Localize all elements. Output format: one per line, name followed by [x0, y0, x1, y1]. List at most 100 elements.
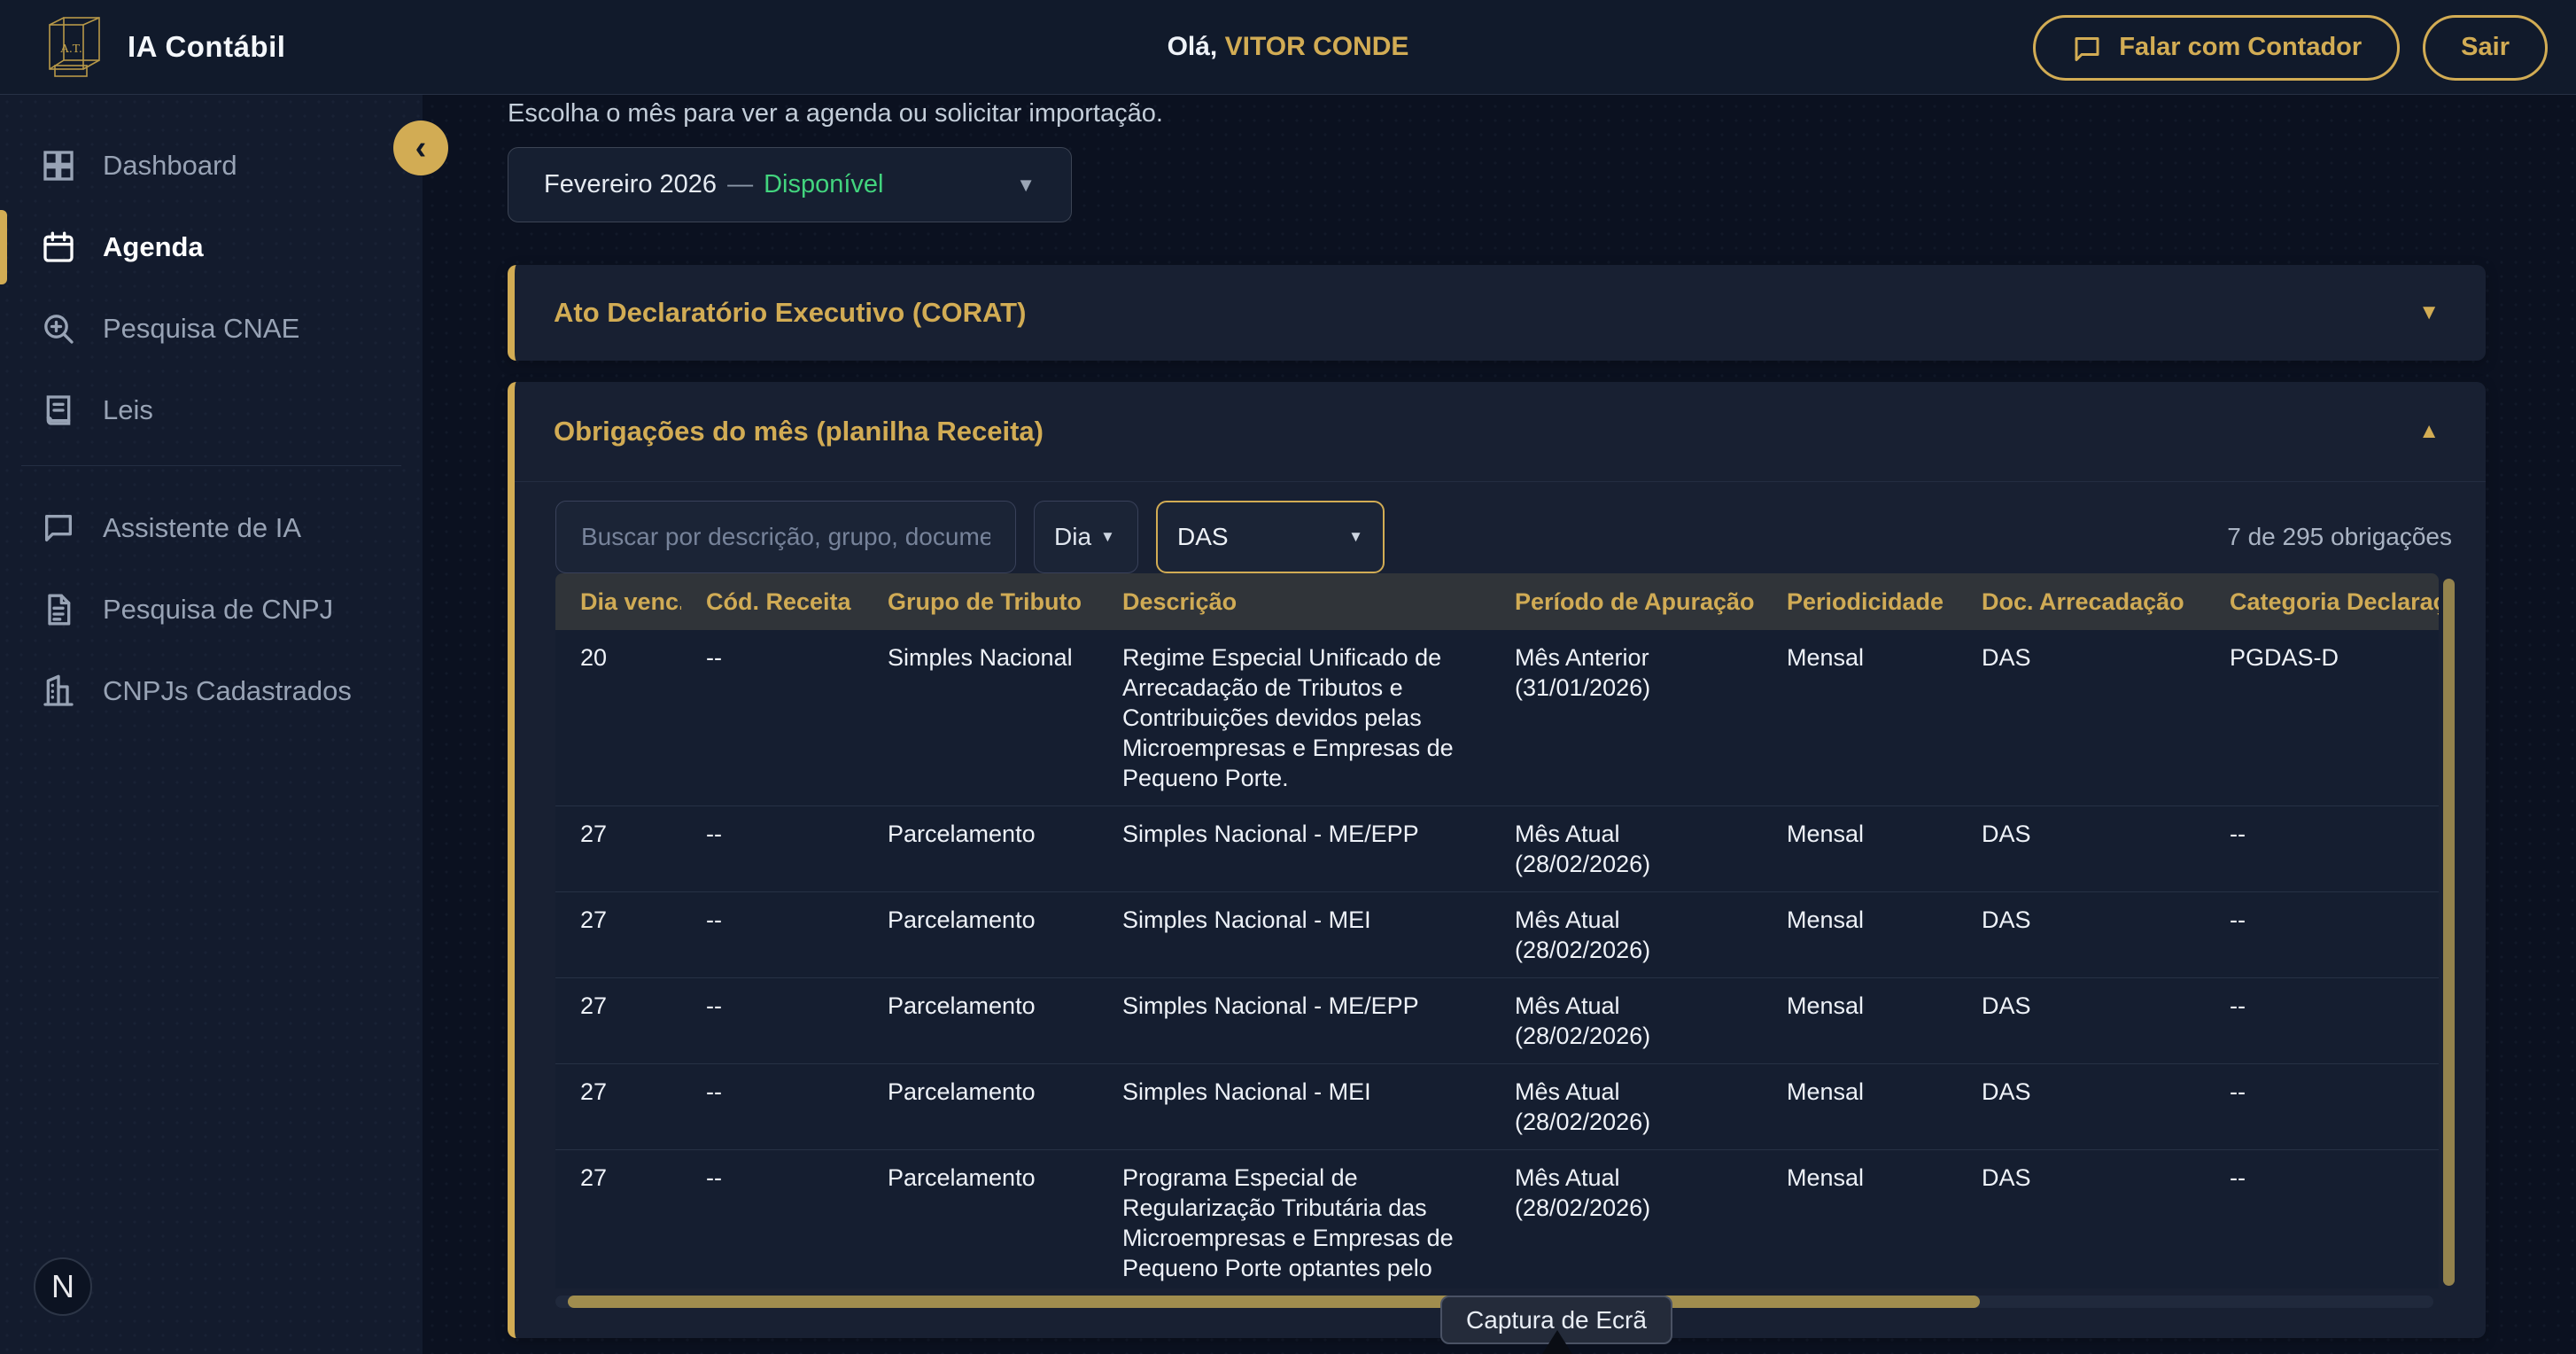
cell-periodo-apuracao: Mês Atual (28/02/2026) [1490, 978, 1762, 1063]
day-filter-dropdown[interactable]: Dia ▼ [1034, 501, 1138, 573]
table-row[interactable]: 27 -- Parcelamento Programa Especial de … [555, 1149, 2439, 1288]
sidebar-item-pesquisa-cnpj[interactable]: Pesquisa de CNPJ [0, 569, 423, 650]
calendar-icon [41, 230, 76, 265]
cell-grupo-tributo: Parcelamento [863, 806, 1098, 891]
cell-cod-receita: -- [681, 892, 863, 977]
app-logo-cube-icon: A.T. [43, 12, 108, 82]
sidebar-item-label: Assistente de IA [103, 512, 301, 544]
talk-to-accountant-button[interactable]: Falar com Contador [2033, 15, 2400, 81]
cell-dia-venc: 27 [555, 1150, 681, 1288]
cell-descricao: Simples Nacional - ME/EPP [1098, 806, 1490, 891]
sidebar-item-label: Agenda [103, 231, 204, 263]
cell-periodo-apuracao: Mês Atual (28/02/2026) [1490, 892, 1762, 977]
table-row[interactable]: 27 -- Parcelamento Simples Nacional - ME… [555, 1063, 2439, 1149]
table-row[interactable]: 20 -- Simples Nacional Regime Especial U… [555, 630, 2439, 805]
cell-grupo-tributo: Parcelamento [863, 1150, 1098, 1288]
cell-periodicidade: Mensal [1762, 978, 1957, 1063]
month-select-dropdown[interactable]: Fevereiro 2026 — Disponível ▼ [508, 147, 1072, 222]
obligations-title: Obrigações do mês (planilha Receita) [515, 416, 1044, 447]
obligations-table: Dia venc.Cód. ReceitaGrupo de TributoDes… [555, 573, 2439, 1288]
obligations-panel: Obrigações do mês (planilha Receita) ▲ D… [508, 382, 2486, 1338]
month-select-value: Fevereiro 2026 [544, 170, 717, 199]
framework-badge[interactable]: N [34, 1257, 92, 1316]
app-header: A.T. IA Contábil Olá, VITOR CONDE Falar … [0, 0, 2576, 95]
cell-descricao: Programa Especial de Regularização Tribu… [1098, 1150, 1490, 1288]
chevron-left-icon: ‹ [415, 131, 427, 165]
sidebar-item-dashboard[interactable]: Dashboard [0, 125, 423, 206]
table-column-header: Descrição [1098, 573, 1490, 630]
cell-periodo-apuracao: Mês Atual (28/02/2026) [1490, 806, 1762, 891]
cell-grupo-tributo: Parcelamento [863, 1064, 1098, 1149]
table-column-header: Categoria Declaração [2205, 573, 2439, 630]
mouse-cursor-icon [1542, 1330, 1572, 1354]
cell-descricao: Simples Nacional - ME/EPP [1098, 978, 1490, 1063]
sidebar-item-cnpjs-cadastrados[interactable]: CNPJs Cadastrados [0, 650, 423, 732]
sidebar-item-assistente-ia[interactable]: Assistente de IA [0, 487, 423, 569]
cell-dia-venc: 27 [555, 1064, 681, 1149]
document-icon [41, 592, 76, 627]
cell-doc-arrecadacao: DAS [1957, 630, 2205, 805]
sidebar-collapse-button[interactable]: ‹ [393, 121, 448, 175]
table-horizontal-scrollbar[interactable] [568, 1296, 1980, 1308]
cell-periodicidade: Mensal [1762, 892, 1957, 977]
talk-to-accountant-label: Falar com Contador [2119, 33, 2362, 62]
cell-grupo-tributo: Parcelamento [863, 892, 1098, 977]
table-row[interactable]: 27 -- Parcelamento Simples Nacional - ME… [555, 977, 2439, 1063]
cell-periodo-apuracao: Mês Anterior (31/01/2026) [1490, 630, 1762, 805]
sidebar-item-label: Pesquisa de CNPJ [103, 594, 333, 626]
table-column-header: Dia venc. [555, 573, 681, 630]
sidebar-item-label: CNPJs Cadastrados [103, 675, 352, 707]
cell-descricao: Simples Nacional - MEI [1098, 1064, 1490, 1149]
cell-categoria-declaracao: -- [2205, 1064, 2439, 1149]
chevron-up-icon: ▲ [2418, 419, 2486, 444]
table-row[interactable]: 27 -- Parcelamento Simples Nacional - ME… [555, 891, 2439, 977]
search-input[interactable] [555, 501, 1016, 573]
logout-button[interactable]: Sair [2423, 15, 2548, 81]
building-icon [41, 673, 76, 709]
sidebar-item-agenda[interactable]: Agenda [0, 206, 423, 288]
table-column-header: Período de Apuração [1490, 573, 1762, 630]
greeting-username: VITOR CONDE [1225, 32, 1409, 61]
cell-categoria-declaracao: -- [2205, 806, 2439, 891]
cell-categoria-declaracao: -- [2205, 892, 2439, 977]
table-column-header: Cód. Receita [681, 573, 863, 630]
month-select-status: Disponível [764, 170, 883, 199]
corat-accordion-header[interactable]: Ato Declaratório Executivo (CORAT) ▼ [508, 265, 2486, 361]
cell-descricao: Regime Especial Unificado de Arrecadação… [1098, 630, 1490, 805]
month-instruction-text: Escolha o mês para ver a agenda ou solic… [508, 99, 1163, 128]
cell-dia-venc: 27 [555, 978, 681, 1063]
cell-doc-arrecadacao: DAS [1957, 978, 2205, 1063]
cell-cod-receita: -- [681, 1064, 863, 1149]
table-row[interactable]: 27 -- Parcelamento Simples Nacional - ME… [555, 805, 2439, 891]
table-header-row: Dia venc.Cód. ReceitaGrupo de TributoDes… [555, 573, 2439, 630]
obligations-accordion-header[interactable]: Obrigações do mês (planilha Receita) ▲ [515, 382, 2486, 481]
sidebar-item-label: Leis [103, 394, 153, 426]
table-column-header: Doc. Arrecadação [1957, 573, 2205, 630]
sidebar-item-pesquisa-cnae[interactable]: Pesquisa CNAE [0, 288, 423, 370]
brand: A.T. IA Contábil [0, 12, 285, 82]
cell-periodicidade: Mensal [1762, 1064, 1957, 1149]
sidebar-item-leis[interactable]: Leis [0, 370, 423, 451]
cell-doc-arrecadacao: DAS [1957, 1150, 2205, 1288]
greeting: Olá, VITOR CONDE [1168, 32, 1409, 62]
cell-periodicidade: Mensal [1762, 630, 1957, 805]
doc-type-filter-dropdown[interactable]: DAS ▼ [1156, 501, 1385, 573]
obligations-count: 7 de 295 obrigações [2227, 523, 2452, 551]
panel-divider [515, 481, 2486, 482]
cell-categoria-declaracao: -- [2205, 1150, 2439, 1288]
table-column-header: Periodicidade [1762, 573, 1957, 630]
corat-accordion-title: Ato Declaratório Executivo (CORAT) [515, 297, 1026, 329]
month-select-dash: — [727, 170, 753, 199]
sidebar-item-label: Pesquisa CNAE [103, 313, 299, 345]
day-filter-label: Dia [1054, 523, 1091, 551]
sidebar-item-label: Dashboard [103, 150, 237, 182]
cell-periodicidade: Mensal [1762, 806, 1957, 891]
chevron-down-icon: ▼ [1100, 528, 1115, 546]
chevron-down-icon: ▼ [1348, 528, 1363, 546]
cell-doc-arrecadacao: DAS [1957, 806, 2205, 891]
table-vertical-scrollbar[interactable] [2443, 579, 2455, 1286]
cell-cod-receita: -- [681, 1150, 863, 1288]
cell-dia-venc: 20 [555, 630, 681, 805]
cell-categoria-declaracao: -- [2205, 978, 2439, 1063]
logout-label: Sair [2461, 33, 2510, 62]
